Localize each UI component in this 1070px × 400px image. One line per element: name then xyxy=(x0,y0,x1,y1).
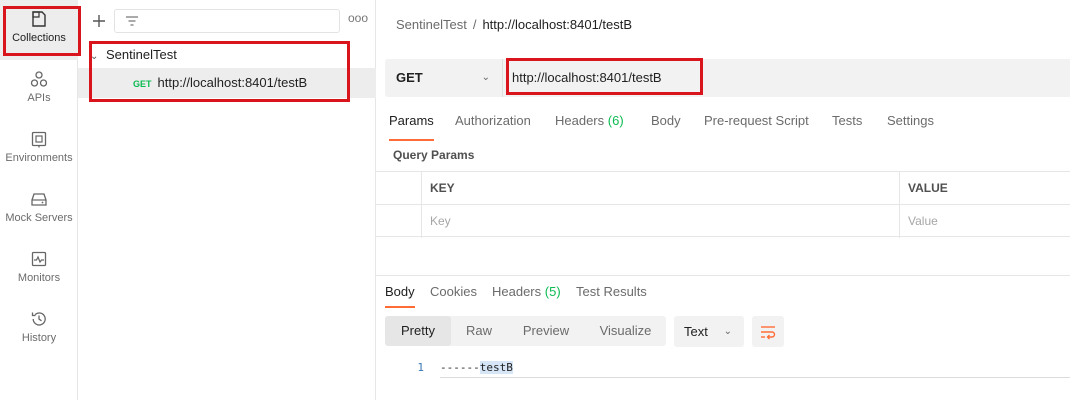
collections-icon xyxy=(32,11,46,27)
rail-item-mock-servers[interactable]: Mock Servers xyxy=(0,180,78,240)
response-type-value: Text xyxy=(684,324,708,339)
tab-label: Authorization xyxy=(455,113,531,128)
response-type-select[interactable]: Text ⌄ xyxy=(674,316,744,347)
tab-tests[interactable]: Tests xyxy=(832,113,862,141)
new-button[interactable] xyxy=(88,10,110,32)
chevron-down-icon[interactable]: ⌄ xyxy=(90,46,106,68)
query-params-title: Query Params xyxy=(393,148,475,162)
table-row: Key Value xyxy=(376,205,1070,238)
tab-settings[interactable]: Settings xyxy=(887,113,934,141)
body-highlighted-text: testB xyxy=(479,361,513,374)
request-editor: SentinelTest / http://localhost:8401/testB… xyxy=(376,0,1070,400)
icon-rail: Collections APIs Environments Mock Serve… xyxy=(0,0,78,400)
response-tab-body[interactable]: Body xyxy=(385,284,415,308)
rail-label: History xyxy=(21,332,57,344)
breadcrumb-parent[interactable]: SentinelTest xyxy=(396,17,467,32)
filter-icon xyxy=(126,16,138,26)
tab-label: Tests xyxy=(832,113,863,128)
sidebar-toolbar: ooo xyxy=(78,8,376,34)
rail-label: Monitors xyxy=(17,272,61,284)
apis-icon xyxy=(30,71,48,87)
collections-sidebar: ooo ⌄ SentinelTest GET http://localhost:84… xyxy=(78,0,376,400)
tab-label: Body xyxy=(385,284,415,299)
tab-label: Params xyxy=(389,113,434,128)
tab-body[interactable]: Body xyxy=(651,113,681,141)
method-badge: GET xyxy=(133,79,152,89)
response-divider[interactable] xyxy=(376,275,1070,276)
value-input[interactable]: Value xyxy=(900,205,1070,238)
column-header-value: VALUE xyxy=(908,181,948,195)
breadcrumb-separator: / xyxy=(472,17,477,32)
rail-item-monitors[interactable]: Monitors xyxy=(0,240,78,300)
tab-authorization[interactable]: Authorization xyxy=(455,113,531,141)
environments-icon xyxy=(31,131,47,148)
plus-icon xyxy=(93,15,105,27)
history-icon xyxy=(31,312,46,326)
breadcrumb-current[interactable]: http://localhost:8401/testB xyxy=(482,17,632,32)
format-visualize-button[interactable]: Visualize xyxy=(585,316,666,346)
response-body-text[interactable]: ------testB xyxy=(440,359,1070,378)
rail-item-collections[interactable]: Collections xyxy=(0,0,78,60)
tab-headers[interactable]: Headers (6) xyxy=(555,113,624,141)
tab-label: Test Results xyxy=(576,284,647,299)
rail-item-environments[interactable]: Environments xyxy=(0,120,78,180)
tab-label: Headers xyxy=(492,284,542,299)
method-select[interactable]: GET ⌄ xyxy=(385,59,503,97)
tab-label: Cookies xyxy=(430,284,477,299)
rail-label: APIs xyxy=(27,92,51,104)
collection-item[interactable]: ⌄ SentinelTest xyxy=(90,44,177,66)
format-raw-button[interactable]: Raw xyxy=(451,316,507,346)
request-item[interactable]: GET http://localhost:8401/testB xyxy=(78,68,376,98)
tab-count: (5) xyxy=(544,284,561,299)
response-tab-test-results[interactable]: Test Results xyxy=(576,284,647,308)
rail-item-apis[interactable]: APIs xyxy=(0,60,78,120)
row-checkbox-cell xyxy=(376,205,422,238)
tab-label: Pre-request Script xyxy=(704,113,809,128)
format-preview-button[interactable]: Preview xyxy=(507,316,585,346)
method-value: GET xyxy=(396,70,423,85)
body-prefix: ------ xyxy=(440,361,480,374)
tab-count: (6) xyxy=(607,113,624,128)
response-body-line: 1 ------testB xyxy=(376,359,1070,378)
query-params-table: KEY VALUE Key Value xyxy=(376,171,1070,238)
more-options-button[interactable]: ooo xyxy=(348,11,368,29)
chevron-down-icon: ⌄ xyxy=(723,326,732,337)
rail-label: Mock Servers xyxy=(5,212,73,224)
tab-pre-request-script[interactable]: Pre-request Script xyxy=(704,113,809,141)
filter-input[interactable] xyxy=(114,9,340,33)
line-number: 1 xyxy=(417,361,424,374)
response-tab-cookies[interactable]: Cookies xyxy=(430,284,477,308)
tab-label: Settings xyxy=(887,113,934,128)
response-tab-headers[interactable]: Headers (5) xyxy=(492,284,561,308)
format-pretty-button[interactable]: Pretty xyxy=(385,316,451,346)
format-segmented-control: Pretty Raw Preview Visualize xyxy=(385,316,666,346)
monitors-icon xyxy=(31,251,47,267)
url-input[interactable] xyxy=(512,59,1062,97)
wrap-lines-icon xyxy=(761,326,776,340)
chevron-down-icon: ⌄ xyxy=(481,72,490,83)
rail-label: Collections xyxy=(12,32,66,44)
wrap-lines-button[interactable] xyxy=(752,316,784,347)
tab-label: Body xyxy=(651,113,681,128)
rail-label: Environments xyxy=(5,152,73,164)
column-header-key: KEY xyxy=(422,172,900,205)
checkbox-column xyxy=(376,172,422,205)
request-name: http://localhost:8401/testB xyxy=(157,75,308,90)
mock-servers-icon xyxy=(31,193,47,206)
url-bar: GET ⌄ xyxy=(385,59,1070,97)
tab-label: Headers xyxy=(555,113,605,128)
rail-item-history[interactable]: History xyxy=(0,300,78,360)
table-header-row: KEY VALUE xyxy=(376,172,1070,205)
key-input[interactable]: Key xyxy=(422,205,900,238)
tab-params[interactable]: Params xyxy=(389,113,434,141)
collection-name: SentinelTest xyxy=(106,47,177,62)
breadcrumb: SentinelTest / http://localhost:8401/testB xyxy=(396,17,632,32)
